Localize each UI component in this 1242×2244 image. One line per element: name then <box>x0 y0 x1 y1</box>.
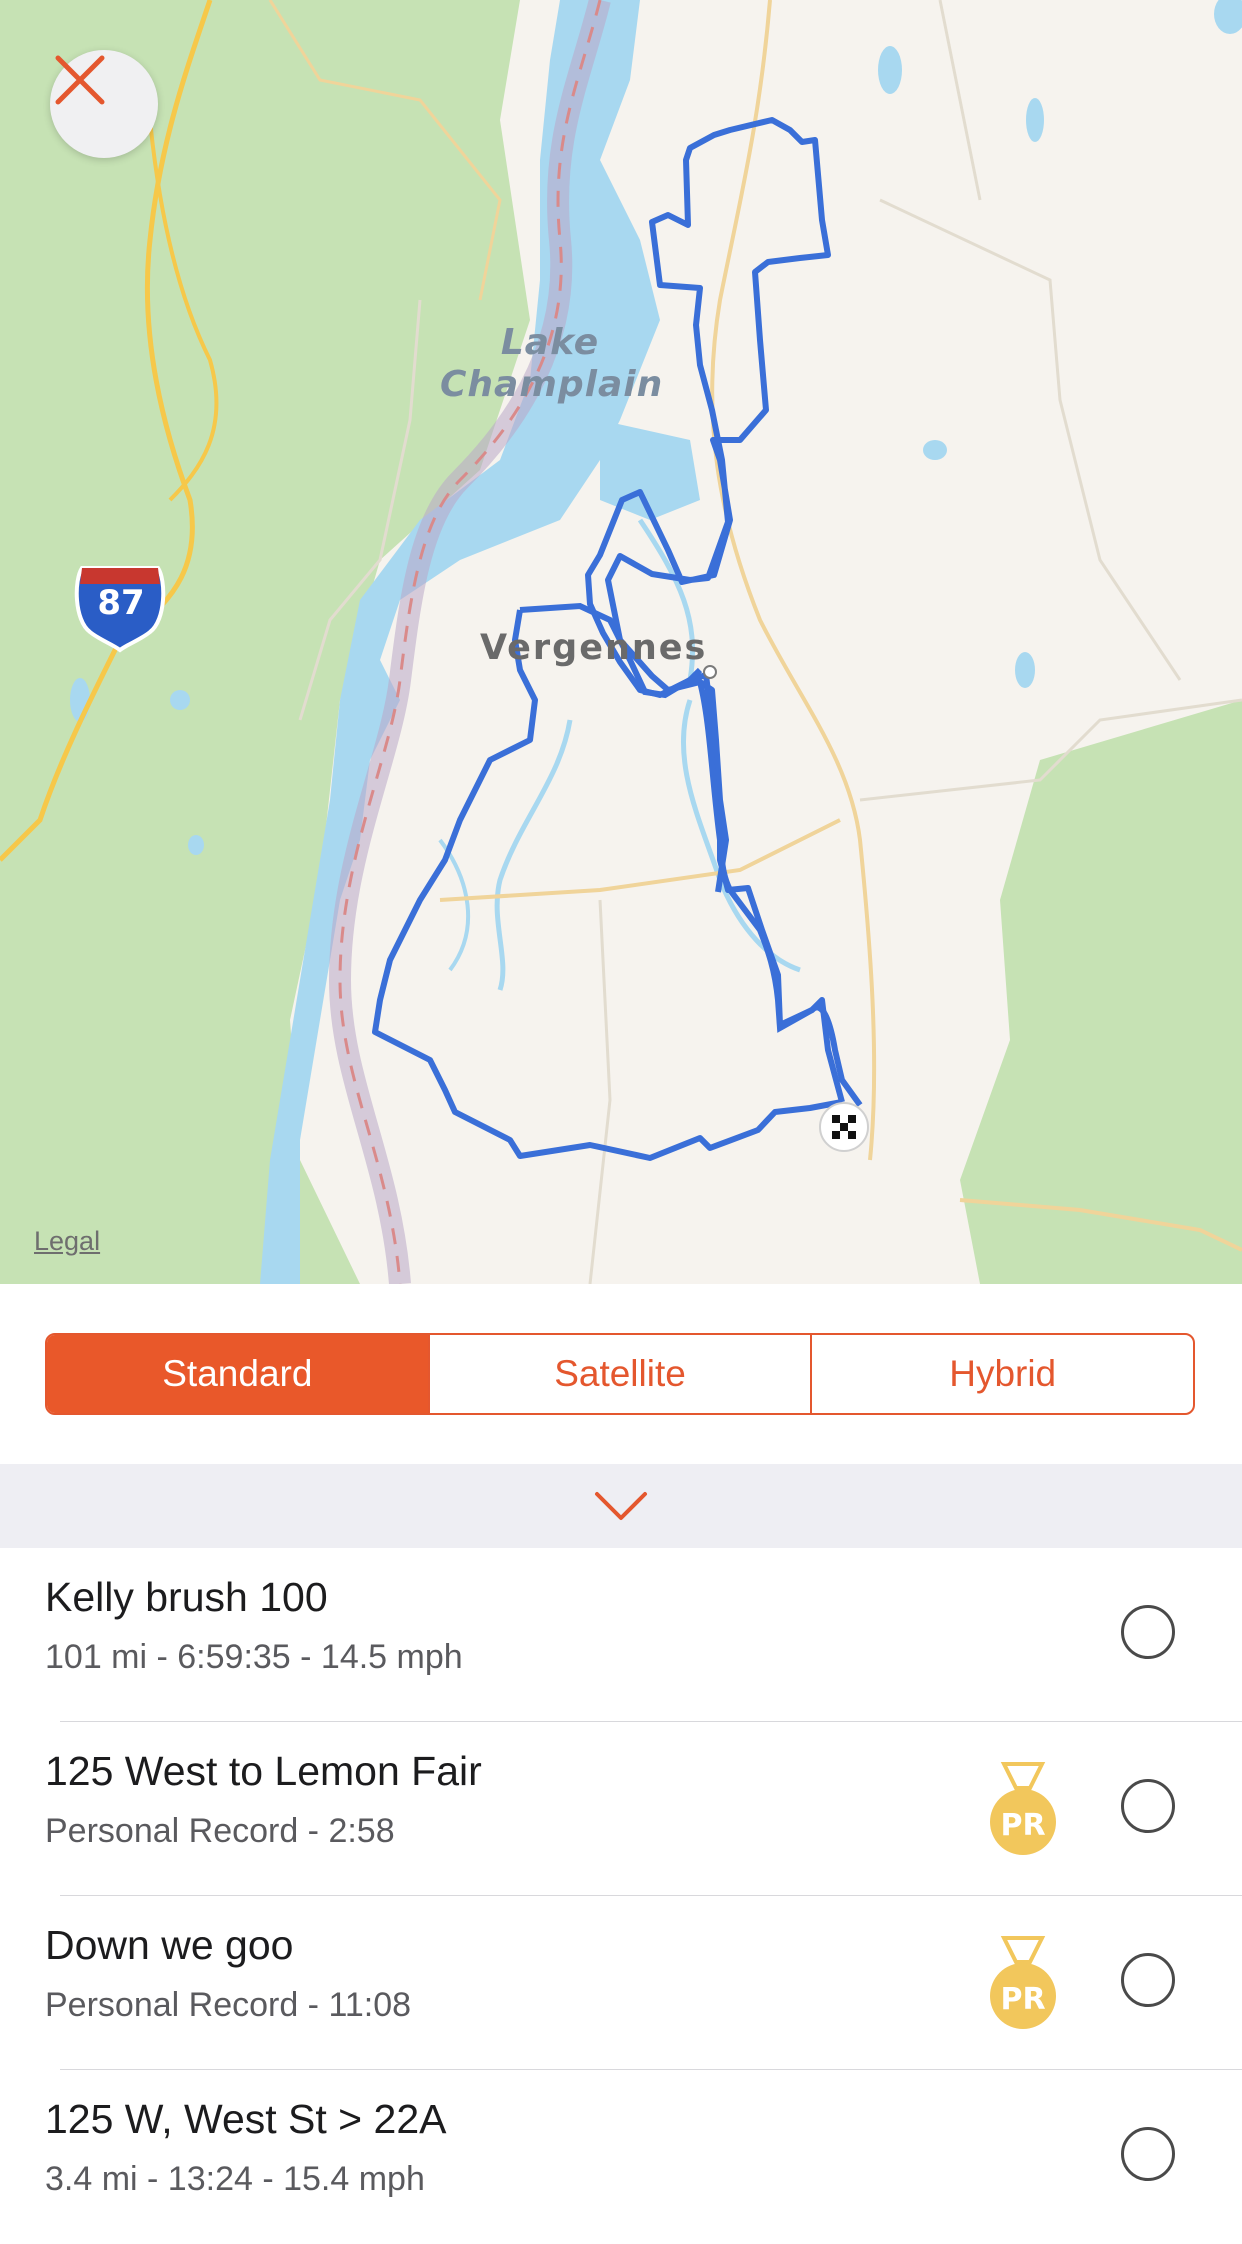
lake-label-line1: Lake <box>500 322 600 363</box>
map-type-standard[interactable]: Standard <box>47 1335 428 1413</box>
segment-title: Down we goo <box>45 1922 294 1968</box>
segment-radio[interactable] <box>1121 2127 1175 2181</box>
segment-radio[interactable] <box>1121 1779 1175 1833</box>
route-map[interactable]: Lake Champlain Vergennes 87 Legal <box>0 0 1242 1284</box>
segment-subtitle: 3.4 mi - 13:24 - 15.4 mph <box>45 2160 425 2198</box>
segment-radio[interactable] <box>1121 1953 1175 2007</box>
river <box>494 719 573 991</box>
road <box>588 899 612 1284</box>
close-button[interactable] <box>50 50 158 158</box>
pr-medal-icon: PR <box>988 1762 1058 1862</box>
map-type-hybrid[interactable]: Hybrid <box>810 1335 1193 1413</box>
pond <box>170 690 190 710</box>
legal-link[interactable]: Legal <box>34 1226 100 1257</box>
list-item[interactable]: 125 West to Lemon Fair Personal Record -… <box>0 1722 1242 1896</box>
checkered-flag-icon <box>819 1102 869 1152</box>
list-item[interactable]: Down we goo Personal Record - 11:08 PR <box>0 1896 1242 2070</box>
map-type-selector: Standard Satellite Hybrid <box>45 1333 1195 1415</box>
pr-badge-label: PR <box>1000 1982 1046 2017</box>
lake-inlet <box>600 420 700 520</box>
pond <box>1015 652 1035 688</box>
segment-list: Kelly brush 100 101 mi - 6:59:35 - 14.5 … <box>0 1548 1242 2244</box>
pond <box>70 678 90 722</box>
forest-area-west <box>0 0 530 1284</box>
pond <box>1214 0 1242 34</box>
chevron-down-icon <box>595 1492 647 1520</box>
segment-title: 125 West to Lemon Fair <box>45 1748 482 1794</box>
segment-title: 125 W, West St > 22A <box>45 2096 447 2142</box>
segment-radio[interactable] <box>1121 1605 1175 1659</box>
close-x-icon <box>55 55 105 105</box>
road <box>710 0 877 1161</box>
segment-subtitle: Personal Record - 2:58 <box>45 1812 395 1850</box>
lake-label: Lake Champlain <box>440 322 664 406</box>
road <box>879 198 1182 681</box>
collapse-panel-button[interactable] <box>0 1464 1242 1548</box>
lake-label-line2: Champlain <box>440 364 664 405</box>
segment-subtitle: Personal Record - 11:08 <box>45 1986 412 2024</box>
forest-area-east <box>960 700 1242 1284</box>
pond <box>923 440 947 460</box>
pr-badge-label: PR <box>1000 1808 1046 1843</box>
pond <box>1026 98 1044 142</box>
river <box>680 699 801 973</box>
town-label: Vergennes <box>480 628 708 668</box>
segment-title: Kelly brush 100 <box>45 1574 328 1620</box>
map-type-satellite[interactable]: Satellite <box>427 1335 811 1413</box>
pond <box>188 835 204 855</box>
road <box>938 0 982 201</box>
interstate-number: 87 <box>97 583 145 623</box>
pond <box>878 46 902 94</box>
list-item[interactable]: Kelly brush 100 101 mi - 6:59:35 - 14.5 … <box>0 1548 1242 1722</box>
pr-medal-icon: PR <box>988 1936 1058 2036</box>
segment-subtitle: 101 mi - 6:59:35 - 14.5 mph <box>45 1638 463 1676</box>
list-item[interactable]: 125 W, West St > 22A 3.4 mi - 13:24 - 15… <box>0 2070 1242 2244</box>
